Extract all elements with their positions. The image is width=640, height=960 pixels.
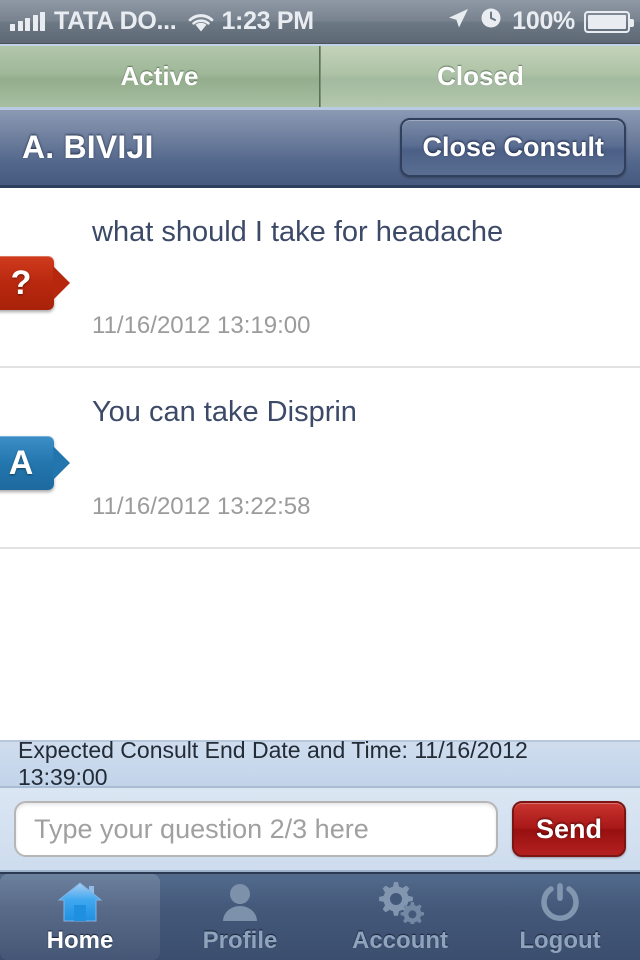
- expected-end-label: Expected Consult End Date and Time: 11/1…: [18, 737, 528, 790]
- tab-profile-label: Profile: [202, 927, 278, 954]
- app-root: TATA DO... 1:23 PM 100% Active Closed A.…: [0, 0, 640, 960]
- person-icon: [218, 879, 262, 925]
- gears-icon: [376, 879, 424, 925]
- message-timestamp: 11/16/2012 13:22:58: [92, 492, 311, 520]
- tab-logout[interactable]: Logout: [480, 874, 640, 960]
- location-arrow-icon: [446, 6, 470, 37]
- message-row[interactable]: A You can take Disprin 11/16/2012 13:22:…: [0, 368, 640, 549]
- answer-badge-icon: A: [0, 436, 54, 491]
- tab-account-label: Account: [352, 927, 448, 954]
- tab-home-label: Home: [46, 927, 114, 954]
- page-title: A. BIVIJI: [22, 129, 154, 165]
- status-bar-right: 100%: [446, 6, 634, 37]
- consult-header: A. BIVIJI Close Consult: [0, 110, 640, 188]
- segment-active[interactable]: Active: [0, 46, 320, 107]
- question-badge-icon: ?: [0, 256, 54, 310]
- home-icon: [57, 879, 103, 925]
- message-text: You can take Disprin: [92, 396, 357, 429]
- close-consult-button[interactable]: Close Consult: [400, 118, 626, 177]
- battery-charging-icon: [584, 10, 634, 33]
- consult-filter-segmented-control: Active Closed: [0, 44, 640, 110]
- tab-account[interactable]: Account: [320, 874, 480, 960]
- tab-home[interactable]: Home: [0, 874, 160, 960]
- message-text: what should I take for headache: [92, 216, 504, 248]
- segment-closed-label: Closed: [437, 61, 524, 91]
- battery-percent-label: 100%: [512, 7, 575, 35]
- message-timestamp: 11/16/2012 13:19:00: [92, 312, 311, 340]
- status-time: 1:23 PM: [221, 7, 314, 35]
- segment-active-label: Active: [120, 61, 199, 91]
- expected-end-bar: Expected Consult End Date and Time: 11/1…: [0, 737, 640, 790]
- message-list[interactable]: ? what should I take for headache 11/16/…: [0, 188, 640, 740]
- wifi-icon: [187, 11, 215, 32]
- power-icon: [538, 879, 582, 925]
- send-button[interactable]: Send: [511, 801, 626, 857]
- carrier-label: TATA DO...: [54, 7, 177, 35]
- status-bar-left: TATA DO...: [10, 7, 217, 36]
- tab-profile[interactable]: Profile: [160, 874, 320, 960]
- alarm-clock-icon: [479, 6, 503, 37]
- signal-bars-icon: [10, 12, 45, 31]
- message-composer: Send: [0, 788, 640, 872]
- message-row[interactable]: ? what should I take for headache 11/16/…: [0, 188, 640, 369]
- segment-closed[interactable]: Closed: [320, 46, 640, 107]
- tab-logout-label: Logout: [519, 927, 601, 954]
- status-bar-center: 1:23 PM: [217, 7, 314, 36]
- question-input[interactable]: [14, 801, 498, 857]
- bottom-tab-bar: Home Profile Account Logout: [0, 872, 640, 960]
- status-bar: TATA DO... 1:23 PM 100%: [0, 0, 640, 44]
